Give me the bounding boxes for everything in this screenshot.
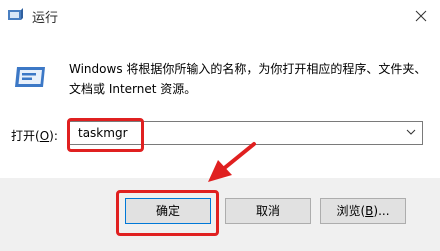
window-title: 运行 xyxy=(32,11,59,26)
run-dialog: 运行 Windows 将根据你所输入的名称，为你打开相应的程序、文件夹、文档或 … xyxy=(0,0,440,251)
input-highlight-box xyxy=(67,118,144,152)
open-label: 打开(O): xyxy=(11,129,58,143)
run-description: Windows 将根据你所输入的名称，为你打开相应的程序、文件夹、文档或 Int… xyxy=(69,62,427,96)
run-icon xyxy=(15,67,45,87)
pointer-arrow-icon xyxy=(208,142,256,182)
close-icon[interactable] xyxy=(410,5,432,27)
ok-highlight-box xyxy=(116,190,219,236)
cancel-button[interactable]: 取消 xyxy=(225,198,311,224)
browse-button[interactable]: 浏览(B)... xyxy=(320,198,406,224)
chevron-down-icon[interactable] xyxy=(406,127,416,137)
title-bar: 运行 xyxy=(0,0,440,30)
run-app-icon xyxy=(8,8,23,20)
